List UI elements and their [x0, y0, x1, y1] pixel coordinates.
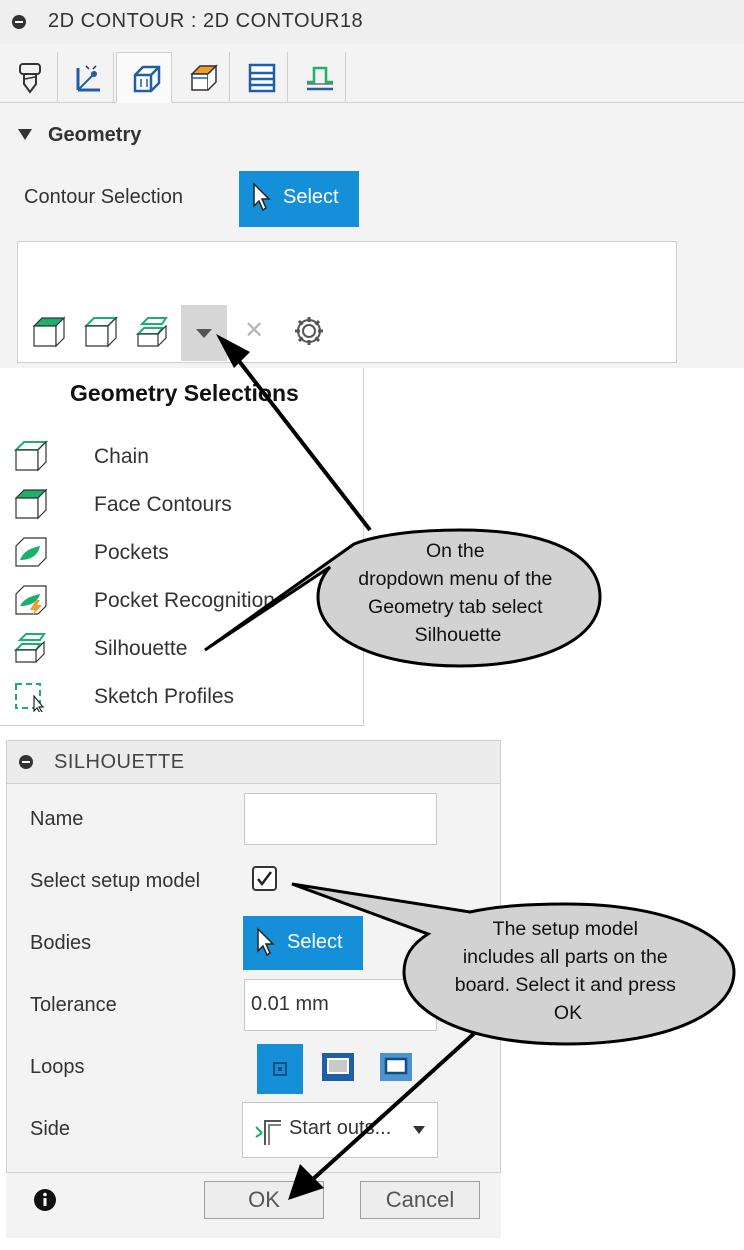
bottom-callout-line: board. Select it and press	[455, 974, 676, 996]
annotation-overlay: On the dropdown menu of the Geometry tab…	[204, 334, 736, 1200]
arrowhead-icon	[216, 334, 250, 368]
bottom-callout-line: includes all parts on the	[463, 946, 668, 968]
top-callout-line: On the	[426, 540, 485, 562]
top-callout-line: Silhouette	[415, 624, 502, 646]
top-callout-line: dropdown menu of the	[358, 568, 552, 590]
arrow-to-ok	[310, 1028, 480, 1182]
top-callout-line: Geometry tab select	[368, 596, 543, 618]
arrowhead-icon	[288, 1164, 324, 1200]
arrow-to-dropdown	[230, 350, 372, 532]
bottom-callout-line: OK	[554, 1002, 582, 1024]
bottom-callout-line: The setup model	[493, 918, 638, 940]
